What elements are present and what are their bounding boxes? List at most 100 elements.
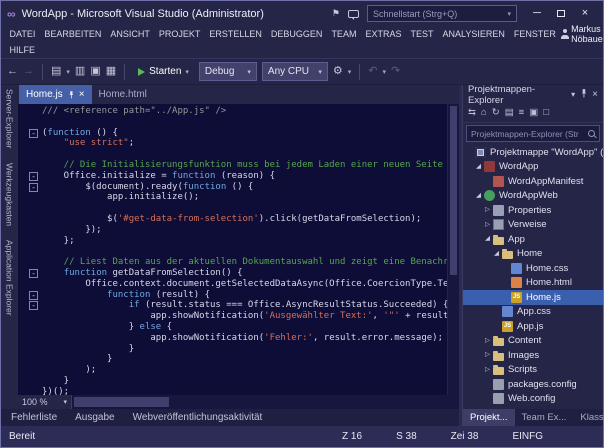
expand-icon[interactable]: ▷ [483, 351, 492, 359]
collapse-icon[interactable]: ◢ [483, 235, 492, 243]
menu-extras[interactable]: EXTRAS [361, 29, 406, 39]
minimize-button[interactable]: ─ [525, 5, 549, 23]
tree-item-scripts[interactable]: ▷ Scripts [463, 363, 603, 378]
tree-item-web-config[interactable]: Web.config [463, 392, 603, 407]
tree-item-home-js[interactable]: JS Home.js [463, 290, 603, 305]
new-file-dropdown-icon[interactable]: ▾ [66, 68, 70, 76]
properties-icon[interactable]: ▣ [529, 108, 538, 118]
menu-datei[interactable]: DATEI [5, 29, 40, 39]
expand-icon[interactable]: ▷ [483, 337, 492, 345]
horizontal-scrollbar[interactable] [72, 395, 447, 409]
platform-combo[interactable]: Any CPU ▾ [261, 62, 328, 81]
fold-collapse-icon[interactable]: - [29, 171, 38, 181]
tree-item-wordapp[interactable]: ◢ WordApp [463, 160, 603, 175]
close-button[interactable]: × [573, 5, 597, 23]
undo-dropdown-icon[interactable]: ▾ [383, 68, 387, 76]
expand-icon[interactable]: ▷ [483, 221, 492, 229]
show-all-files-icon[interactable]: ▤ [505, 108, 514, 118]
expand-icon[interactable]: ▷ [483, 206, 492, 214]
tree-item-packages-config[interactable]: packages.config [463, 377, 603, 392]
zoom-selector[interactable]: 100 % ▾ [18, 395, 72, 409]
collapse-icon[interactable]: ◢ [474, 163, 483, 171]
tree-item-projektmappe-wordapp[interactable]: Projektmappe "WordApp" ( [463, 145, 603, 160]
bottom-tab-ausgabe[interactable]: Ausgabe [67, 412, 122, 423]
tree-item-home[interactable]: ◢ Home [463, 247, 603, 262]
tab-close-icon[interactable]: × [79, 89, 85, 100]
main-area: Server-Explorer Werkzeugkasten Application… [1, 84, 603, 426]
build-target-dropdown-icon[interactable]: ▾ [348, 68, 352, 76]
start-debugging-button[interactable]: Starten ▾ [133, 64, 194, 79]
panel-tab-projekt[interactable]: Projekt... [463, 409, 515, 426]
tree-item-verweise[interactable]: ▷ Verweise [463, 218, 603, 233]
tab-pin-icon[interactable] [68, 90, 74, 99]
collapse-icon[interactable]: ◢ [492, 250, 501, 258]
menu-fenster[interactable]: FENSTER [509, 29, 560, 39]
user-account[interactable]: Markus Nöbauer ▾ [560, 24, 603, 44]
expand-icon[interactable]: ▷ [483, 366, 492, 374]
quick-launch-input[interactable]: Schnellstart (Strg+Q) ▾ [367, 5, 517, 22]
menu-test[interactable]: TEST [406, 29, 438, 39]
search-icon [588, 130, 595, 137]
menu-ansicht[interactable]: ANSICHT [106, 29, 155, 39]
notifications-icon[interactable]: ⚑ [332, 8, 340, 19]
feedback-icon[interactable] [348, 9, 359, 20]
open-file-icon[interactable]: ▥ [75, 66, 85, 77]
fold-collapse-icon[interactable]: - [29, 290, 38, 300]
tree-item-app-css[interactable]: App.css [463, 305, 603, 320]
horizontal-scrollbar-thumb[interactable] [74, 397, 169, 407]
home-icon[interactable]: ⌂ [481, 108, 487, 118]
tree-item-images[interactable]: ▷ Images [463, 348, 603, 363]
panel-tab-klassen[interactable]: Klassen... [573, 409, 603, 426]
fold-collapse-icon[interactable]: - [29, 128, 38, 138]
save-all-icon[interactable]: ▦ [106, 66, 116, 77]
collapse-all-icon[interactable]: ≡ [519, 108, 525, 118]
tree-item-wordappweb[interactable]: ◢ WordAppWeb [463, 189, 603, 204]
tool-tab-werkzeugkasten[interactable]: Werkzeugkasten [5, 163, 15, 226]
menu-team[interactable]: TEAM [327, 29, 361, 39]
refresh-icon[interactable]: ↻ [492, 108, 500, 118]
menu-debuggen[interactable]: DEBUGGEN [266, 29, 327, 39]
sync-with-active-document-icon[interactable]: ⇆ [468, 108, 476, 118]
quick-launch-caret-icon[interactable]: ▾ [507, 10, 511, 18]
menu-bearbeiten[interactable]: BEARBEITEN [40, 29, 106, 39]
save-icon[interactable]: ▣ [90, 66, 100, 77]
vertical-scrollbar[interactable] [447, 104, 459, 395]
menu-erstellen[interactable]: ERSTELLEN [205, 29, 267, 39]
titlebar-right: ⚑ Schnellstart (Strg+Q) ▾ ─ × [332, 5, 597, 23]
tree-item-wordappmanifest[interactable]: WordAppManifest [463, 174, 603, 189]
tree-item-app[interactable]: ◢ App [463, 232, 603, 247]
tree-item-home-html[interactable]: Home.html [463, 276, 603, 291]
panel-menu-caret-icon[interactable]: ▾ [571, 90, 575, 99]
tree-item-properties[interactable]: ▷ Properties [463, 203, 603, 218]
tree-item-home-css[interactable]: Home.css [463, 261, 603, 276]
maximize-button[interactable] [549, 5, 573, 23]
menu-analysieren[interactable]: ANALYSIEREN [438, 29, 509, 39]
solution-search-input[interactable]: Projektmappen-Explorer (Str [466, 125, 600, 142]
editor-tab-home-js[interactable]: Home.js × [19, 85, 92, 104]
code-text: $('#get-data-from-selection').click(getD… [42, 213, 422, 224]
tool-tab-server-explorer[interactable]: Server-Explorer [5, 89, 15, 149]
collapse-icon[interactable]: ◢ [474, 192, 483, 200]
editor-tab-home-html[interactable]: Home.html [92, 85, 154, 104]
debug-configuration-combo[interactable]: Debug ▾ [198, 62, 257, 81]
nav-back-icon[interactable]: ← [7, 66, 18, 77]
fold-collapse-icon[interactable]: - [29, 301, 38, 311]
tree-item-app-js[interactable]: JS App.js [463, 319, 603, 334]
fold-margin [18, 344, 42, 355]
fold-collapse-icon[interactable]: - [29, 182, 38, 192]
bottom-tab-webveröffentlichungsaktivität[interactable]: Webveröffentlichungsaktivität [125, 412, 271, 423]
panel-close-icon[interactable]: × [592, 89, 598, 100]
tree-item-content[interactable]: ▷ Content [463, 334, 603, 349]
vertical-scrollbar-thumb[interactable] [450, 106, 457, 275]
preview-icon[interactable]: □ [543, 108, 549, 118]
build-target-icon[interactable]: ⚙ [333, 66, 343, 77]
menu-hilfe[interactable]: HILFE [5, 45, 40, 55]
fold-collapse-icon[interactable]: - [29, 268, 38, 278]
bottom-tab-fehlerliste[interactable]: Fehlerliste [3, 412, 65, 423]
panel-tab-team-ex[interactable]: Team Ex... [515, 409, 574, 426]
menu-projekt[interactable]: PROJEKT [154, 29, 205, 39]
code-editor[interactable]: /// <reference path="../App.js" /> - (func… [18, 104, 447, 395]
pin-icon[interactable] [580, 89, 587, 100]
tool-tab-application-explorer[interactable]: Application Explorer [5, 240, 15, 316]
new-file-icon[interactable]: ▤ [51, 66, 61, 77]
